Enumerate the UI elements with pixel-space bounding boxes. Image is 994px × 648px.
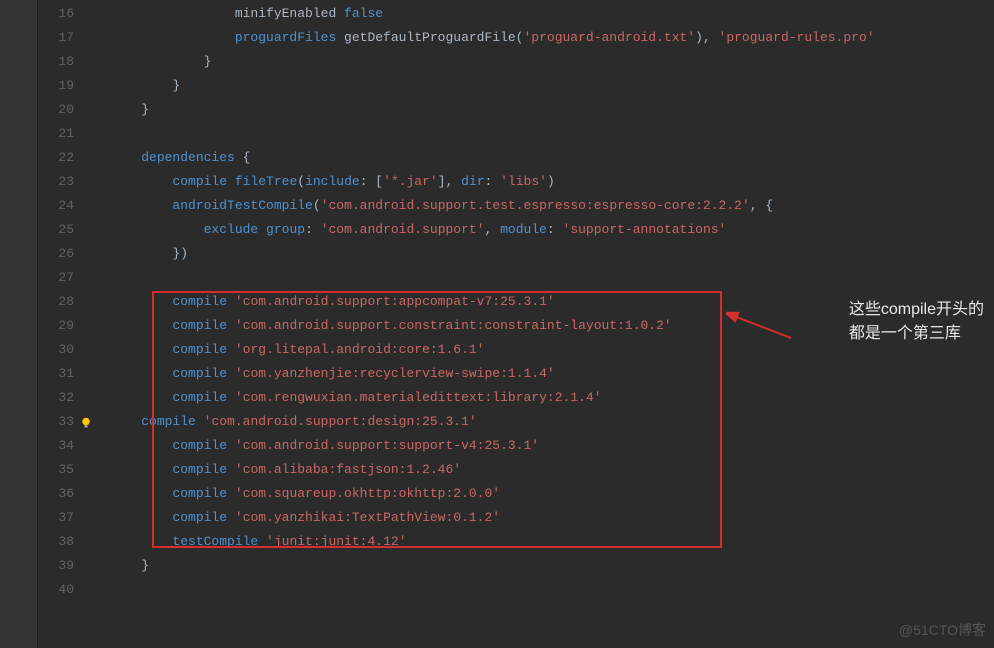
line-number: 29 bbox=[38, 314, 74, 338]
annotation-text: 这些compile开头的 都是一个第三库 bbox=[849, 298, 984, 346]
line-number: 26 bbox=[38, 242, 74, 266]
line-number: 21 bbox=[38, 122, 74, 146]
line-number: 30 bbox=[38, 338, 74, 362]
code-line[interactable]: compile fileTree(include: ['*.jar'], dir… bbox=[110, 170, 994, 194]
line-number: 32 bbox=[38, 386, 74, 410]
line-number: 16 bbox=[38, 2, 74, 26]
code-line[interactable]: exclude group: 'com.android.support', mo… bbox=[110, 218, 994, 242]
code-line[interactable]: compile 'com.android.support:design:25.3… bbox=[110, 410, 994, 434]
line-number: 28 bbox=[38, 290, 74, 314]
code-line[interactable]: }) bbox=[110, 242, 994, 266]
line-number: 31 bbox=[38, 362, 74, 386]
annotation-line-1: 这些compile开头的 bbox=[849, 298, 984, 322]
code-line[interactable] bbox=[110, 578, 994, 602]
code-line[interactable]: compile 'com.alibaba:fastjson:1.2.46' bbox=[110, 458, 994, 482]
line-number: 27 bbox=[38, 266, 74, 290]
line-number: 19 bbox=[38, 74, 74, 98]
line-number: 18 bbox=[38, 50, 74, 74]
editor-container: 1617181920212223242526272829303132333435… bbox=[0, 0, 994, 648]
line-number: 25 bbox=[38, 218, 74, 242]
code-line[interactable]: androidTestCompile('com.android.support.… bbox=[110, 194, 994, 218]
line-number: 37 bbox=[38, 506, 74, 530]
line-number: 35 bbox=[38, 458, 74, 482]
line-number: 39 bbox=[38, 554, 74, 578]
code-line[interactable]: } bbox=[110, 98, 994, 122]
line-number: 38 bbox=[38, 530, 74, 554]
code-line[interactable] bbox=[110, 266, 994, 290]
code-line[interactable]: dependencies { bbox=[110, 146, 994, 170]
line-number: 20 bbox=[38, 98, 74, 122]
code-line[interactable]: } bbox=[110, 50, 994, 74]
code-line[interactable]: } bbox=[110, 74, 994, 98]
code-line[interactable]: compile 'com.rengwuxian.materialedittext… bbox=[110, 386, 994, 410]
code-line[interactable]: compile 'com.squareup.okhttp:okhttp:2.0.… bbox=[110, 482, 994, 506]
code-line[interactable]: minifyEnabled false bbox=[110, 2, 994, 26]
line-number: 34 bbox=[38, 434, 74, 458]
line-number: 36 bbox=[38, 482, 74, 506]
line-number: 17 bbox=[38, 26, 74, 50]
code-line[interactable]: compile 'com.yanzhenjie:recyclerview-swi… bbox=[110, 362, 994, 386]
code-line[interactable]: compile 'com.android.support:support-v4:… bbox=[110, 434, 994, 458]
line-number: 23 bbox=[38, 170, 74, 194]
code-line[interactable] bbox=[110, 122, 994, 146]
annotation-line-2: 都是一个第三库 bbox=[849, 322, 984, 346]
code-line[interactable]: testCompile 'junit:junit:4.12' bbox=[110, 530, 994, 554]
line-number-gutter: 1617181920212223242526272829303132333435… bbox=[38, 0, 86, 648]
left-margin bbox=[0, 0, 38, 648]
line-number: 33 bbox=[38, 410, 74, 434]
code-line[interactable]: proguardFiles getDefaultProguardFile('pr… bbox=[110, 26, 994, 50]
line-number: 24 bbox=[38, 194, 74, 218]
code-line[interactable]: } bbox=[110, 554, 994, 578]
line-number: 22 bbox=[38, 146, 74, 170]
watermark: @51CTO博客 bbox=[899, 620, 986, 640]
line-number: 40 bbox=[38, 578, 74, 602]
code-line[interactable]: compile 'com.yanzhikai:TextPathView:0.1.… bbox=[110, 506, 994, 530]
